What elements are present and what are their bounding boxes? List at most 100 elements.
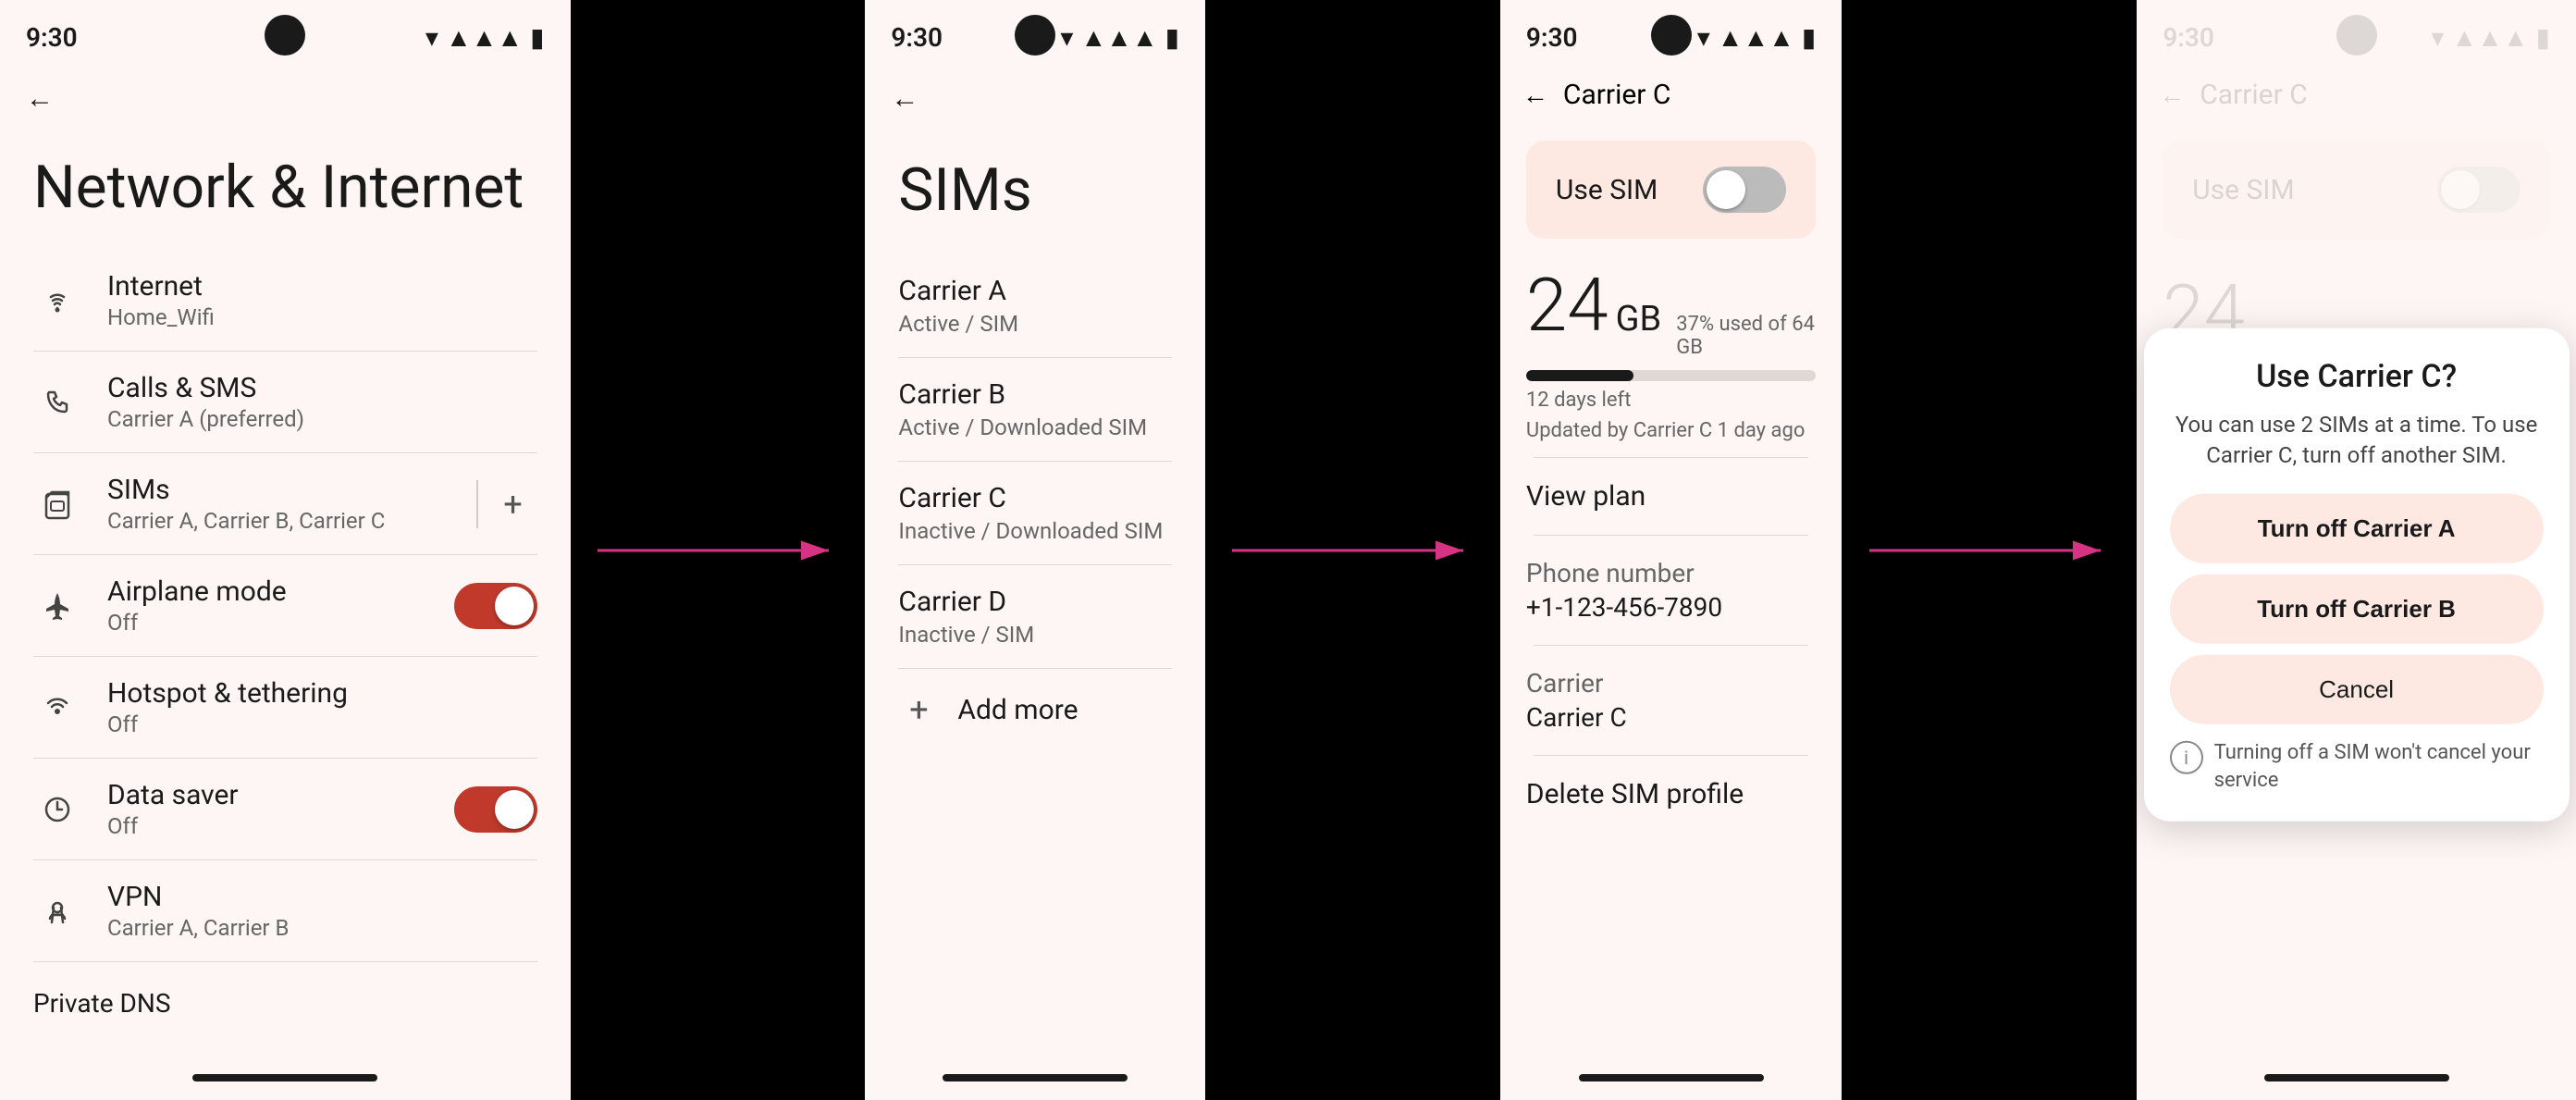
vpn-label: VPN	[107, 881, 537, 913]
gap-1	[571, 0, 866, 1100]
time-1: 9:30	[26, 22, 78, 53]
camera-notch-1	[265, 15, 305, 56]
days-left: 12 days left	[1526, 389, 1816, 412]
updated-by: Updated by Carrier C 1 day ago	[1526, 419, 1816, 442]
carrier-c-header: ← Carrier C	[1500, 64, 1842, 126]
menu-item-datasaver[interactable]: Data saver Off	[0, 759, 571, 859]
sim-item-carrier-b[interactable]: Carrier B Active / Downloaded SIM	[865, 358, 1205, 461]
carrier-d-sub: Inactive / SIM	[898, 622, 1172, 648]
arrow-1	[579, 513, 857, 587]
bottom-bar-2	[943, 1074, 1128, 1081]
time-2: 9:30	[891, 22, 943, 53]
hotspot-sub: Off	[107, 711, 537, 737]
airplane-toggle[interactable]	[454, 583, 537, 629]
menu-item-calls[interactable]: Calls & SMS Carrier A (preferred)	[0, 352, 571, 452]
wifi-icon-1: ▾	[425, 22, 438, 53]
data-section: 24 GB 37% used of 64 GB 12 days left Upd…	[1500, 253, 1842, 457]
view-plan-label: View plan	[1526, 480, 1816, 513]
airplane-icon	[33, 582, 81, 630]
datasaver-toggle-thumb	[495, 790, 534, 829]
sim-item-carrier-a[interactable]: Carrier A Active / SIM	[865, 254, 1205, 357]
datasaver-icon	[33, 785, 81, 834]
use-sim-row[interactable]: Use SIM	[1526, 141, 1816, 239]
back-icon-1: ←	[26, 82, 54, 115]
add-more-label: Add more	[957, 694, 1078, 726]
menu-text-internet: Internet Home_Wifi	[107, 270, 537, 330]
airplane-label: Airplane mode	[107, 575, 428, 608]
carrier-item: Carrier Carrier C	[1500, 646, 1842, 755]
wifi-icon-3: ▾	[1697, 22, 1710, 53]
info-icon: i	[2170, 740, 2203, 773]
battery-icon-2: ▮	[1165, 22, 1179, 53]
phone-number-item: Phone number +1-123-456-7890	[1500, 536, 1842, 645]
status-icons-2: ▾ ▲▲▲ ▮	[1060, 22, 1179, 53]
menu-text-calls: Calls & SMS Carrier A (preferred)	[107, 372, 537, 432]
dialog-note-text: Turning off a SIM won't cancel your serv…	[2214, 738, 2544, 796]
wifi-icon	[33, 277, 81, 325]
menu-item-internet[interactable]: Internet Home_Wifi	[0, 250, 571, 351]
sims-label: SIMs	[107, 474, 450, 506]
carrier-d-label: Carrier D	[898, 586, 1172, 618]
datasaver-sub: Off	[107, 813, 428, 839]
back-button-2[interactable]: ←	[865, 64, 1205, 133]
menu-text-sims: SIMs Carrier A, Carrier B, Carrier C	[107, 474, 450, 534]
internet-sub: Home_Wifi	[107, 304, 537, 330]
hotspot-icon	[33, 684, 81, 732]
menu-text-datasaver: Data saver Off	[107, 779, 428, 839]
bottom-bar-4	[2264, 1074, 2449, 1081]
arrow-2	[1214, 513, 1491, 587]
phone-icon	[33, 378, 81, 426]
screen-network-internet: 9:30 ▾ ▲▲▲ ▮ ← Network & Internet Intern…	[0, 0, 571, 1100]
delete-profile-label: Delete SIM profile	[1526, 778, 1816, 810]
carrier-c-title: Carrier C	[1563, 79, 1671, 111]
menu-item-airplane[interactable]: Airplane mode Off	[0, 555, 571, 656]
datasaver-toggle[interactable]	[454, 786, 537, 833]
menu-item-vpn[interactable]: VPN Carrier A, Carrier B	[0, 860, 571, 961]
sim-icon	[33, 480, 81, 528]
sims-sub: Carrier A, Carrier B, Carrier C	[107, 508, 450, 534]
add-more-icon: +	[898, 689, 939, 730]
data-bar-fill	[1526, 370, 1633, 381]
battery-icon-1: ▮	[530, 22, 544, 53]
back-icon-3[interactable]: ←	[1522, 80, 1548, 110]
calls-sub: Carrier A (preferred)	[107, 406, 537, 432]
use-sim-toggle[interactable]	[1703, 167, 1786, 213]
dialog-desc: You can use 2 SIMs at a time. To use Car…	[2170, 409, 2544, 471]
signal-icon-2: ▲▲▲	[1080, 22, 1157, 53]
menu-text-hotspot: Hotspot & tethering Off	[107, 677, 537, 737]
add-sim-button[interactable]: +	[489, 480, 537, 528]
datasaver-label: Data saver	[107, 779, 428, 811]
menu-item-hotspot[interactable]: Hotspot & tethering Off	[0, 657, 571, 758]
page-title-2: SIMs	[865, 133, 1205, 254]
sim-item-carrier-c[interactable]: Carrier C Inactive / Downloaded SIM	[865, 462, 1205, 564]
internet-label: Internet	[107, 270, 537, 303]
vpn-sub: Carrier A, Carrier B	[107, 915, 537, 941]
turn-off-carrier-a-button[interactable]: Turn off Carrier A	[2170, 493, 2544, 562]
back-button-1[interactable]: ←	[0, 64, 571, 133]
sim-item-carrier-d[interactable]: Carrier D Inactive / SIM	[865, 565, 1205, 668]
hotspot-label: Hotspot & tethering	[107, 677, 537, 710]
screen-dialog: 9:30 ▾ ▲▲▲ ▮ ← Carrier C Use SIM 24 Use …	[2137, 0, 2576, 1100]
camera-notch-2	[1015, 15, 1055, 56]
data-unit: GB	[1616, 299, 1662, 340]
turn-off-carrier-b-button[interactable]: Turn off Carrier B	[2170, 574, 2544, 643]
cancel-button[interactable]: Cancel	[2170, 654, 2544, 723]
carrier-b-sub: Active / Downloaded SIM	[898, 414, 1172, 440]
private-dns-item[interactable]: Private DNS	[0, 962, 571, 1044]
menu-text-airplane: Airplane mode Off	[107, 575, 428, 636]
add-more-button[interactable]: + Add more	[865, 669, 1205, 750]
dialog-title: Use Carrier C?	[2170, 357, 2544, 394]
vpn-icon	[33, 887, 81, 935]
sims-divider	[476, 480, 478, 528]
private-dns-label: Private DNS	[33, 988, 170, 1019]
signal-icon-3: ▲▲▲	[1718, 22, 1794, 53]
status-icons-1: ▾ ▲▲▲ ▮	[425, 22, 545, 53]
airplane-sub: Off	[107, 610, 428, 636]
data-amount: 24	[1526, 268, 1608, 342]
view-plan-item[interactable]: View plan	[1500, 458, 1842, 535]
use-sim-toggle-thumb	[1707, 170, 1745, 209]
delete-profile-item[interactable]: Delete SIM profile	[1500, 756, 1842, 833]
menu-item-sims[interactable]: SIMs Carrier A, Carrier B, Carrier C +	[0, 453, 571, 554]
status-icons-3: ▾ ▲▲▲ ▮	[1697, 22, 1817, 53]
menu-text-vpn: VPN Carrier A, Carrier B	[107, 881, 537, 941]
